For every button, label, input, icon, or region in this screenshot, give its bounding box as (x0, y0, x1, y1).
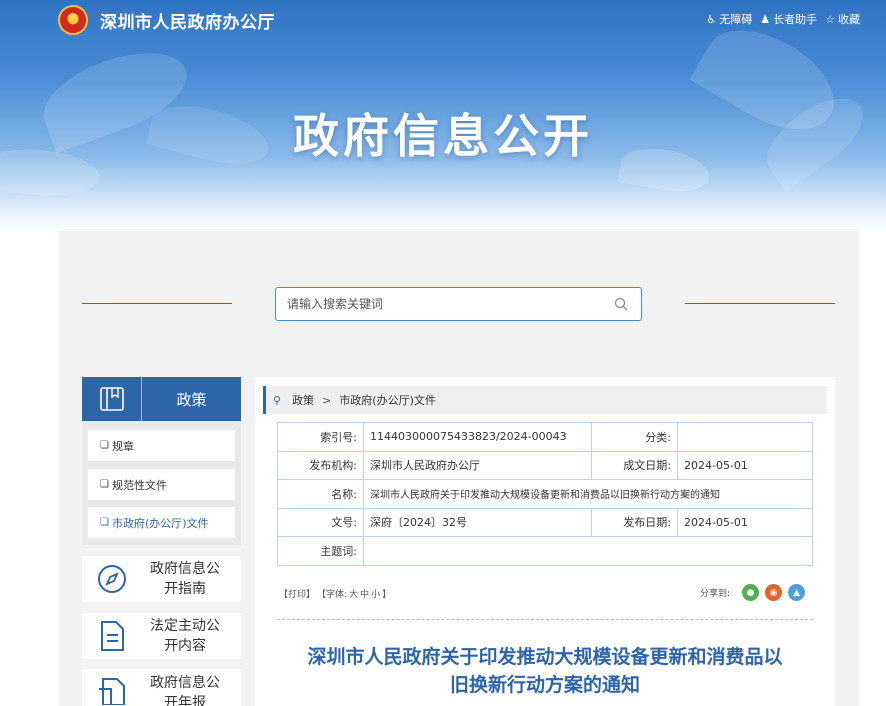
elder-helper-link[interactable]: ♟ 长者助手 (760, 11, 817, 27)
accessibility-label: 无障碍 (719, 13, 753, 26)
sidebar-card-label: 法定主动公开内容 (150, 618, 220, 654)
favorite-link[interactable]: ☆ 收藏 (825, 11, 860, 27)
table-row: 发布机构: 深圳市人民政府办公厅 成文日期: 2024-05-01 (277, 450, 813, 480)
meta-label: 分类: (591, 422, 678, 452)
national-emblem-icon (58, 5, 88, 35)
table-row: 索引号: 114403000075433823/2024-00043 分类: (277, 422, 813, 452)
meta-label: 索引号: (277, 422, 364, 452)
document-icon: ❏ (100, 479, 109, 490)
sidebar-submenu: ❏ 规章 ❏ 规范性文件 ❏ 市政府(办公厅)文件 (82, 421, 241, 545)
chevron-right-icon: > (322, 393, 332, 407)
sidebar-card-label: 政府信息公开年报 (150, 675, 220, 706)
document-title-line: 深圳市人民政府关于印发推动大规模设备更新和消费品以 (307, 646, 783, 668)
font-medium-button[interactable]: 中 (360, 587, 369, 600)
document-icon (82, 620, 142, 652)
sidebar-item-label: 规章 (111, 439, 134, 453)
site-logo[interactable]: 深圳市人民政府办公厅 (58, 5, 275, 35)
meta-value: 2024-05-01 (677, 450, 813, 480)
sidebar-heading[interactable]: 政策 (82, 377, 241, 421)
table-row: 主题词: (277, 536, 813, 566)
meta-label: 发布日期: (591, 507, 678, 537)
accessibility-icon: ♿ (706, 12, 717, 26)
article-tools: 【打印】 【字体: 大 中 小 】 (279, 587, 391, 600)
meta-label: 成文日期: (591, 450, 678, 480)
accessibility-link[interactable]: ♿ 无障碍 (706, 11, 752, 27)
sidebar-item-municipal-documents[interactable]: ❏ 市政府(办公厅)文件 (88, 507, 235, 538)
search-divider-right (685, 303, 835, 304)
sidebar-heading-label: 政策 (176, 390, 207, 409)
header-banner: 深圳市人民政府办公厅 ♿ 无障碍 ♟ 长者助手 ☆ 收藏 政府信息公开 (0, 0, 886, 232)
document-title: 深圳市人民政府关于印发推动大规模设备更新和消费品以 旧换新行动方案的通知 (271, 643, 819, 699)
meta-value: 2024-05-01 (677, 507, 813, 537)
font-size-suffix: 】 (382, 590, 392, 600)
share-label: 分享到: (700, 589, 731, 599)
book-icon (82, 377, 142, 421)
wechat-share-icon[interactable]: ● (742, 584, 760, 601)
favorite-label: 收藏 (838, 13, 860, 26)
meta-value: 114403000075433823/2024-00043 (363, 422, 592, 452)
document-icon: ❏ (100, 440, 109, 451)
document-title-line: 旧换新行动方案的通知 (449, 674, 640, 696)
sidebar-card-statutory-content[interactable]: 法定主动公开内容 (82, 613, 241, 659)
divider (277, 619, 813, 620)
table-row: 名称: 深圳市人民政府关于印发推动大规模设备更新和消费品以旧换新行动方案的通知 (277, 479, 813, 509)
search-divider-left (82, 303, 232, 304)
meta-label: 名称: (277, 479, 364, 509)
search-icon[interactable] (614, 297, 628, 311)
location-pin-icon: ⚲ (273, 393, 282, 407)
sidebar-card-disclosure-guide[interactable]: 政府信息公开指南 (82, 556, 241, 602)
meta-value: 深圳市人民政府关于印发推动大规模设备更新和消费品以旧换新行动方案的通知 (363, 479, 813, 509)
table-row: 文号: 深府〔2024〕32号 发布日期: 2024-05-01 (277, 507, 813, 537)
document-metadata-table: 索引号: 114403000075433823/2024-00043 分类: 发… (277, 422, 813, 566)
sidebar-card-annual-report[interactable]: 政府信息公开年报 (82, 669, 241, 706)
star-icon: ☆ (825, 12, 835, 26)
weibo-share-icon[interactable]: ◉ (765, 584, 783, 601)
sidebar-item-rules[interactable]: ❏ 规章 (88, 430, 235, 461)
sidebar-card-label: 政府信息公开指南 (150, 561, 220, 597)
sidebar-item-normative-documents[interactable]: ❏ 规范性文件 (88, 469, 235, 500)
meta-label: 文号: (277, 507, 364, 537)
share-bar: 分享到: ● ◉ ▲ (700, 584, 806, 601)
font-large-button[interactable]: 大 (349, 587, 358, 600)
font-small-button[interactable]: 小 (371, 587, 380, 600)
meta-value: 深府〔2024〕32号 (363, 507, 592, 537)
document-icon: ❏ (100, 517, 109, 528)
search-box (275, 287, 642, 321)
compass-icon (82, 564, 142, 594)
elder-helper-icon: ♟ (760, 12, 771, 26)
top-links: ♿ 无障碍 ♟ 长者助手 ☆ 收藏 (706, 11, 860, 27)
site-title: 深圳市人民政府办公厅 (100, 12, 275, 33)
meta-value: 深圳市人民政府办公厅 (363, 450, 592, 480)
breadcrumb-item-municipal-documents[interactable]: 市政府(办公厅)文件 (339, 392, 436, 408)
report-icon (82, 673, 142, 705)
breadcrumb-item-policy[interactable]: 政策 (292, 392, 314, 408)
print-button[interactable]: 【打印】 (279, 587, 315, 600)
sidebar-item-label: 市政府(办公厅)文件 (111, 516, 209, 530)
elder-helper-label: 长者助手 (773, 13, 818, 26)
meta-label: 主题词: (277, 536, 364, 566)
meta-value (677, 422, 813, 452)
meta-label: 发布机构: (277, 450, 364, 480)
sidebar-item-label: 规范性文件 (111, 478, 167, 492)
search-input[interactable] (276, 288, 596, 320)
font-size-prefix: 【字体: (317, 590, 348, 600)
meta-value (363, 536, 813, 566)
qq-share-icon[interactable]: ▲ (788, 584, 806, 601)
breadcrumb: ⚲ 政策 > 市政府(办公厅)文件 (263, 386, 827, 414)
page-title: 政府信息公开 (293, 109, 593, 163)
